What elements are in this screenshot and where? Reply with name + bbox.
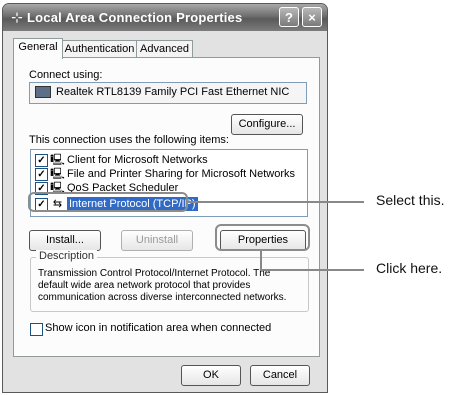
items-label: This connection uses the following items… — [29, 134, 229, 146]
configure-button-label: Configure... — [238, 118, 296, 130]
adapter-field: Realtek RTL8139 Family PCI Fast Ethernet… — [29, 82, 307, 104]
description-legend: Description — [36, 250, 98, 262]
network-client-icon: 🖳 — [50, 154, 65, 166]
configure-button[interactable]: Configure... — [231, 114, 303, 135]
file-printer-sharing-icon: 🖳 — [50, 168, 65, 180]
install-button-label: Install... — [46, 234, 84, 246]
install-button[interactable]: Install... — [29, 230, 101, 251]
callout-line-click — [260, 269, 364, 271]
title-bar[interactable]: ⊹ Local Area Connection Properties ? × — [3, 4, 327, 31]
uninstall-button-label: Uninstall — [135, 234, 179, 246]
help-button[interactable]: ? — [279, 7, 299, 27]
window-title: Local Area Connection Properties — [27, 10, 243, 25]
uninstall-button: Uninstall — [121, 230, 193, 251]
callout-connector-click — [260, 251, 262, 270]
ok-button[interactable]: OK — [181, 365, 241, 386]
cancel-button[interactable]: Cancel — [250, 365, 310, 386]
notification-checkbox[interactable] — [30, 323, 43, 336]
list-item-label: File and Printer Sharing for Microsoft N… — [67, 168, 296, 180]
callout-click-text: Click here. — [376, 260, 443, 276]
tab-general[interactable]: General — [13, 38, 63, 59]
cancel-button-label: Cancel — [262, 369, 298, 381]
tab-advanced[interactable]: Advanced — [136, 40, 193, 58]
list-item-label: Client for Microsoft Networks — [67, 154, 208, 166]
ok-button-label: OK — [203, 369, 219, 381]
connect-using-label: Connect using: — [29, 69, 103, 81]
network-icon: ⊹ — [11, 9, 23, 25]
selection-highlight — [28, 192, 188, 212]
tab-authentication[interactable]: Authentication — [62, 40, 137, 58]
network-adapter-icon — [35, 86, 51, 98]
callout-line-select — [188, 201, 364, 203]
properties-highlight — [215, 224, 310, 251]
close-button[interactable]: × — [302, 7, 322, 27]
callout-select-text: Select this. — [376, 192, 445, 208]
check-icon[interactable]: ✓ — [35, 168, 48, 181]
adapter-name: Realtek RTL8139 Family PCI Fast Ethernet… — [56, 86, 290, 98]
description-text: Transmission Control Protocol/Internet P… — [38, 268, 287, 303]
notification-label: Show icon in notification area when conn… — [45, 322, 272, 334]
check-icon[interactable]: ✓ — [35, 154, 48, 167]
